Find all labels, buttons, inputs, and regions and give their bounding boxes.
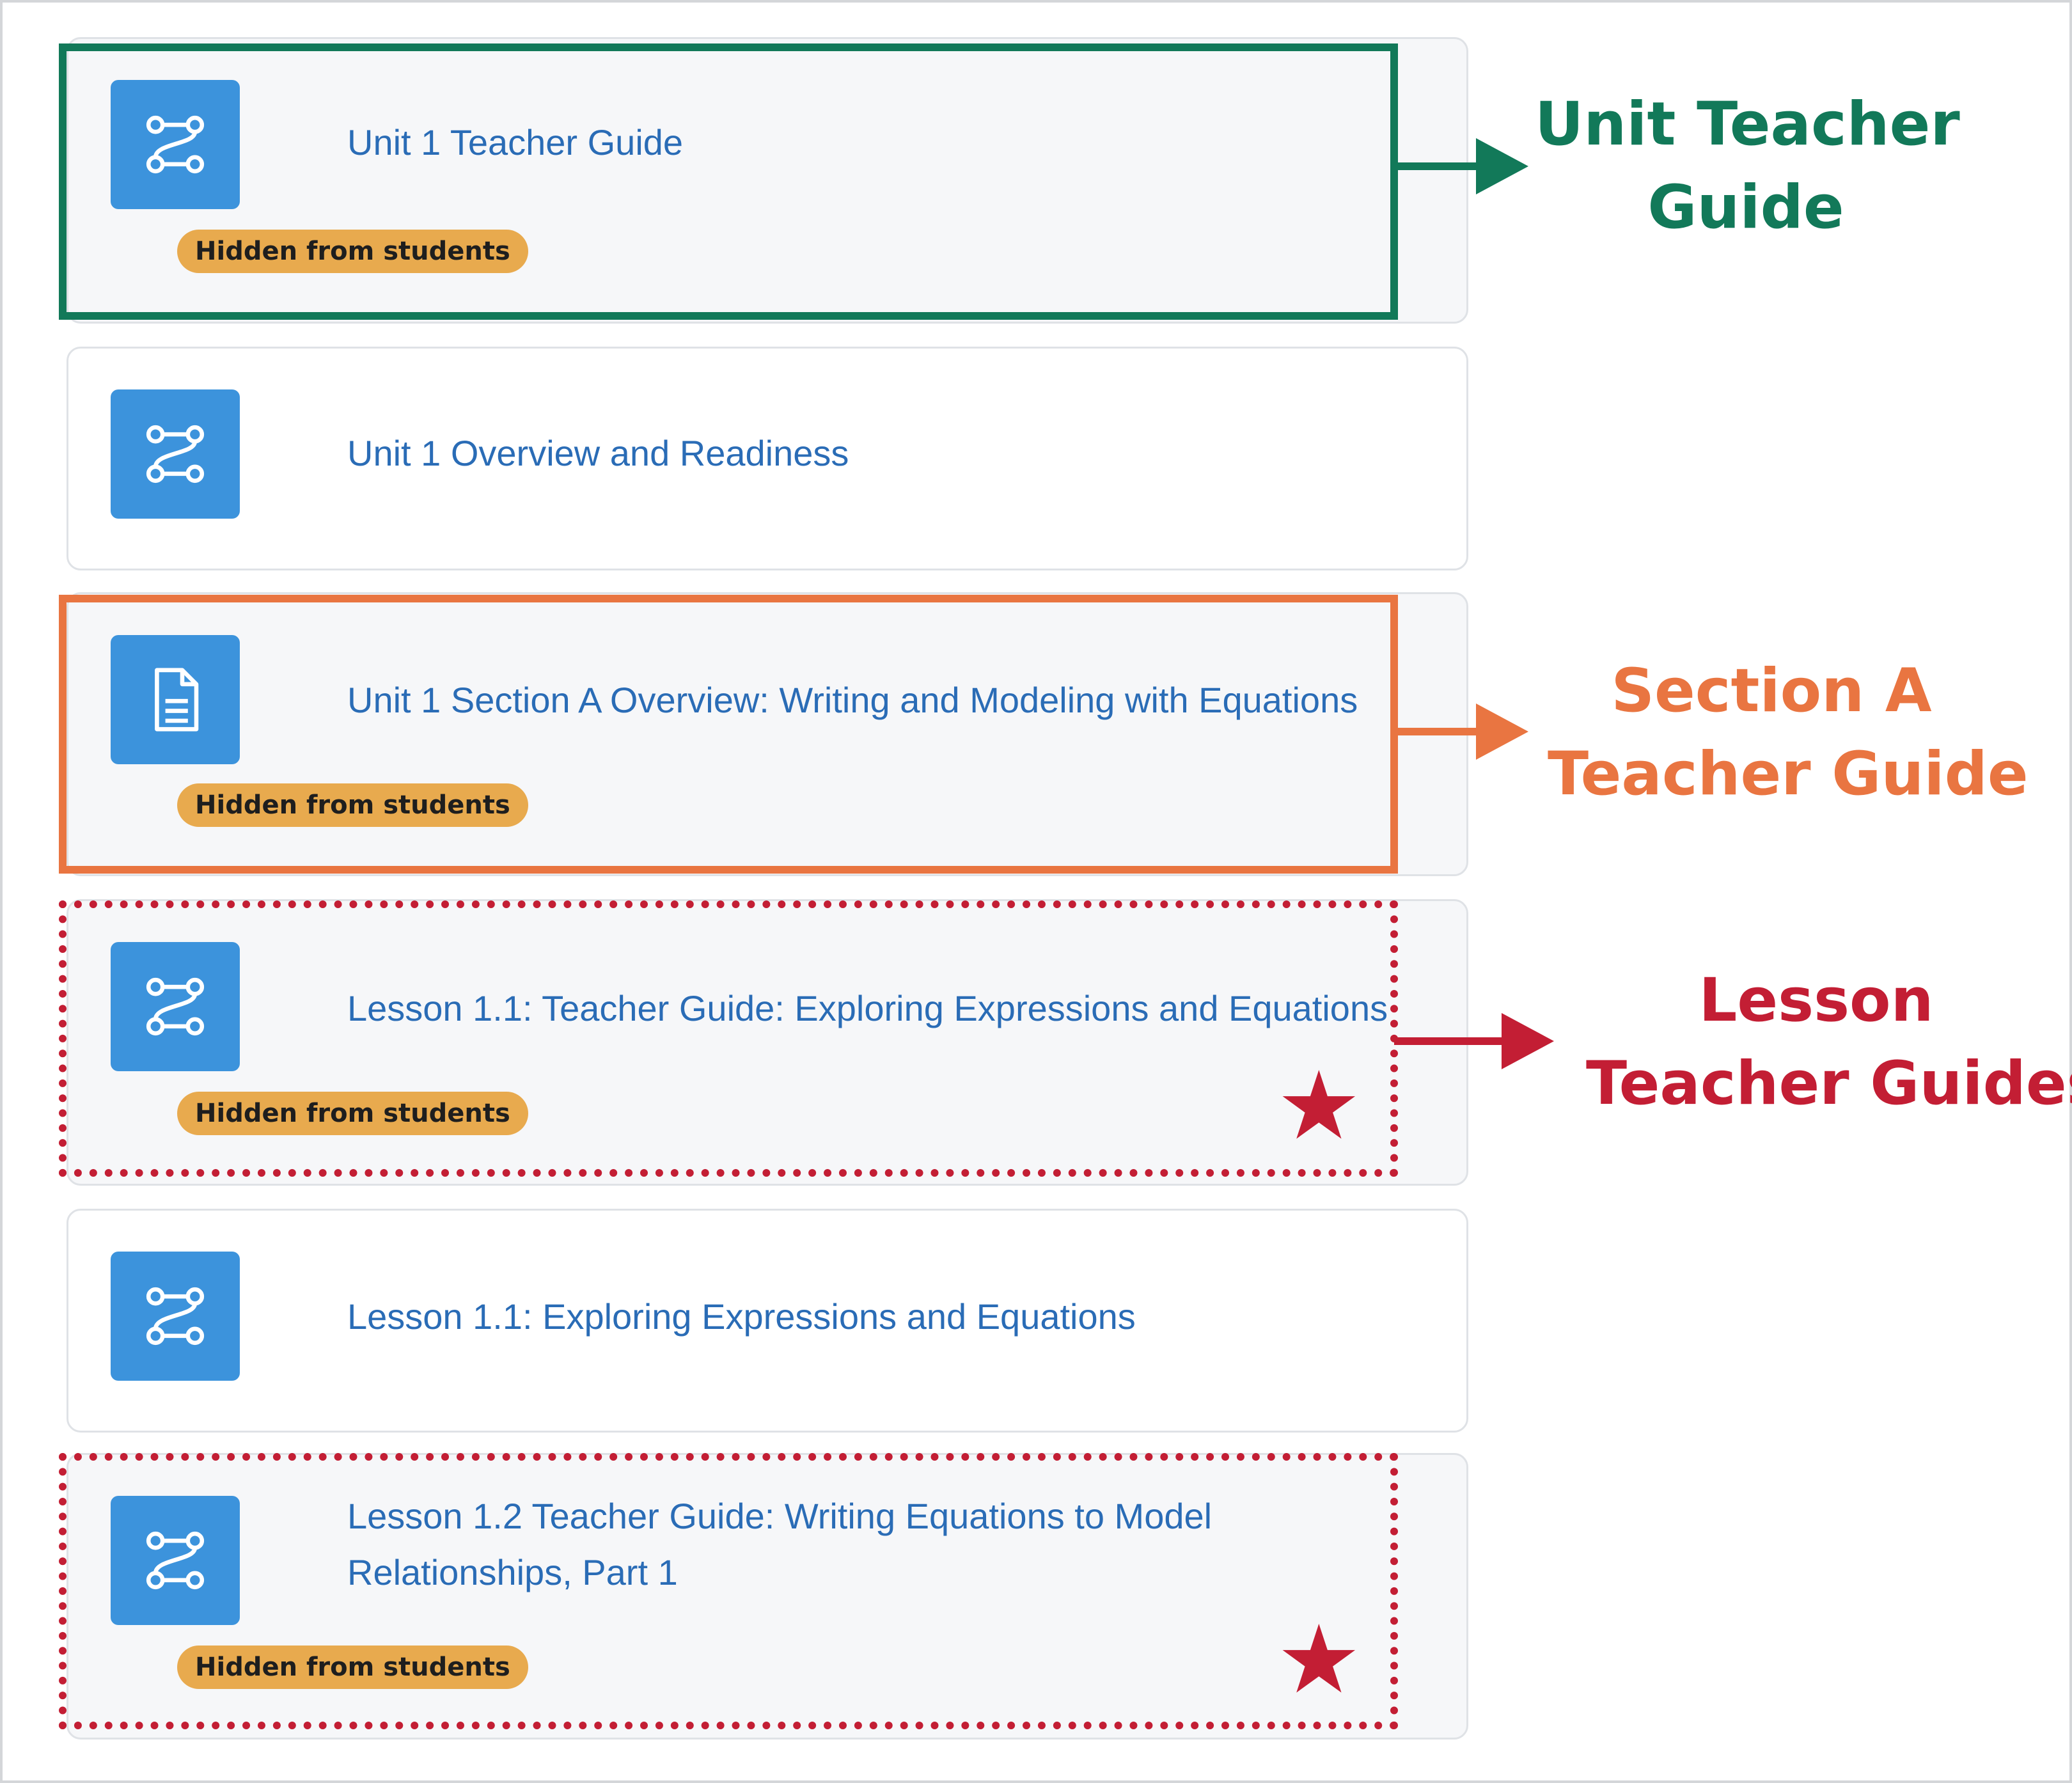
route-icon <box>111 389 240 519</box>
activity-link-title[interactable]: Lesson 1.1: Exploring Expressions and Eq… <box>347 1289 1136 1345</box>
unit-teacher-guide-callout: Unit Teacher Guide <box>1535 83 1960 249</box>
arrow-right-icon <box>1394 138 1528 194</box>
lesson-teacher-guide-highlight <box>59 1453 1398 1729</box>
section-teacher-guide-callout: Section A Teacher Guide <box>1548 650 2029 816</box>
arrow-right-icon <box>1394 1013 1554 1069</box>
arrow-right-icon <box>1394 703 1528 760</box>
callout-line: Teacher Guides <box>1586 1049 2072 1119</box>
activity-card-lesson-1-1[interactable]: Lesson 1.1: Exploring Expressions and Eq… <box>67 1209 1468 1433</box>
activity-card-unit-overview[interactable]: Unit 1 Overview and Readiness <box>67 347 1468 570</box>
callout-line: Section A <box>1611 656 1932 726</box>
activity-link-title[interactable]: Unit 1 Overview and Readiness <box>347 425 849 482</box>
unit-teacher-guide-highlight <box>59 43 1398 320</box>
lesson-teacher-guide-highlight <box>59 900 1398 1177</box>
callout-line: Lesson <box>1699 966 1934 1035</box>
callout-line: Guide <box>1647 173 1844 242</box>
lesson-teacher-guide-callout: Lesson Teacher Guides <box>1586 959 2072 1126</box>
star-icon: ★ <box>1276 1053 1362 1159</box>
star-icon: ★ <box>1276 1607 1362 1713</box>
callout-line: Teacher Guide <box>1548 739 2029 809</box>
route-icon <box>111 1252 240 1381</box>
callout-line: Unit Teacher <box>1535 90 1960 159</box>
section-teacher-guide-highlight <box>59 595 1398 874</box>
